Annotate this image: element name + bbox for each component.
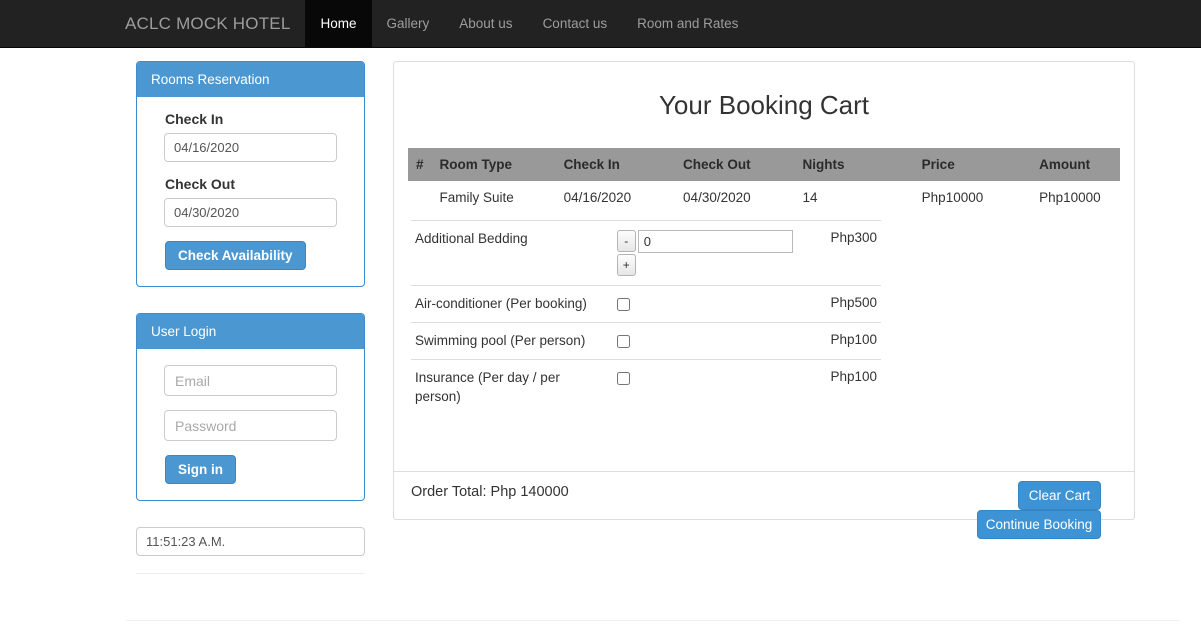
nav-item-about-us[interactable]: About us bbox=[444, 0, 527, 47]
sidebar-divider bbox=[136, 573, 365, 574]
cart-table: # Room Type Check In Check Out Nights Pr… bbox=[408, 148, 1120, 214]
cart-cell-nights: 14 bbox=[802, 190, 818, 205]
password-input[interactable] bbox=[164, 410, 337, 441]
cart-header-check-in: Check In bbox=[555, 148, 676, 181]
clear-cart-button[interactable]: Clear Cart bbox=[1018, 481, 1101, 510]
nav-item-home[interactable]: Home bbox=[305, 0, 372, 47]
cart-header-room-type: Room Type bbox=[431, 148, 556, 181]
check-in-input[interactable] bbox=[164, 133, 337, 162]
sign-in-button[interactable]: Sign in bbox=[165, 455, 236, 484]
cart-cell-num bbox=[408, 181, 432, 214]
sign-in-wrap: Sign in bbox=[165, 455, 350, 484]
cart-cell-room-type: Family Suite bbox=[439, 190, 514, 205]
addon-label-insurance: Insurance (Per day / per person) bbox=[411, 359, 613, 415]
table-row: Family Suite 04/16/2020 04/30/2020 14 Ph… bbox=[408, 181, 1120, 214]
stepper-increment-button[interactable]: + bbox=[616, 254, 636, 276]
clock-display bbox=[136, 527, 365, 556]
rooms-reservation-title: Rooms Reservation bbox=[137, 62, 364, 97]
quantity-stepper: - + bbox=[616, 230, 811, 276]
continue-booking-button[interactable]: Continue Booking bbox=[977, 510, 1101, 539]
addon-row-air-conditioner: Air-conditioner (Per booking) Php500 bbox=[411, 284, 881, 323]
booking-cart-panel: Your Booking Cart # Room Type Check In C… bbox=[393, 61, 1135, 539]
addon-label-additional-bedding: Additional Bedding bbox=[411, 220, 613, 286]
brand-title: ACLC MOCK HOTEL bbox=[125, 13, 291, 33]
user-login-title: User Login bbox=[137, 314, 364, 349]
cart-cell-check-in: 04/16/2020 bbox=[563, 190, 632, 205]
check-availability-wrap: Check Availability bbox=[165, 241, 350, 270]
addon-price-additional-bedding: Php300 bbox=[814, 220, 881, 286]
check-out-input[interactable] bbox=[164, 198, 337, 227]
email-input[interactable] bbox=[164, 365, 337, 396]
additional-bedding-quantity-input[interactable] bbox=[637, 230, 793, 253]
addon-price-insurance: Php100 bbox=[814, 359, 881, 415]
cart-header-num: # bbox=[408, 148, 432, 181]
sidebar: Rooms Reservation Check In Check Out Che… bbox=[136, 61, 365, 582]
addon-control-additional-bedding: - + bbox=[612, 220, 815, 286]
rooms-reservation-panel: Rooms Reservation Check In Check Out Che… bbox=[136, 61, 365, 287]
cart-table-head: # Room Type Check In Check Out Nights Pr… bbox=[408, 148, 1120, 181]
cart-table-body: Family Suite 04/16/2020 04/30/2020 14 Ph… bbox=[408, 181, 1120, 214]
cart-footer: Order Total: Php 140000 Clear Cart Conti… bbox=[394, 471, 1134, 539]
page-body: Rooms Reservation Check In Check Out Che… bbox=[0, 48, 1201, 633]
addon-row-additional-bedding: Additional Bedding - + Php300 bbox=[411, 220, 881, 286]
insurance-checkbox[interactable] bbox=[616, 372, 630, 386]
nav-item-contact-us[interactable]: Contact us bbox=[528, 0, 623, 47]
swimming-pool-checkbox[interactable] bbox=[616, 335, 630, 349]
user-login-panel: User Login Sign in bbox=[136, 313, 365, 501]
cart-cell-amount: Php10000 bbox=[1039, 190, 1101, 205]
nav-menu: Home Gallery About us Contact us Room an… bbox=[305, 0, 753, 47]
cart-header-check-out: Check Out bbox=[675, 148, 795, 181]
page-bottom-divider bbox=[126, 620, 1180, 621]
addon-label-swimming-pool: Swimming pool (Per person) bbox=[411, 322, 613, 360]
check-in-label: Check In bbox=[165, 111, 224, 127]
cart-header-row: # Room Type Check In Check Out Nights Pr… bbox=[408, 148, 1120, 181]
page-title: Your Booking Cart bbox=[658, 90, 870, 120]
stepper-buttons: - + bbox=[616, 230, 636, 276]
nav-item-gallery[interactable]: Gallery bbox=[372, 0, 445, 47]
user-login-body: Sign in bbox=[137, 349, 364, 500]
check-availability-button[interactable]: Check Availability bbox=[165, 241, 306, 270]
addon-control-swimming-pool bbox=[612, 322, 815, 360]
cart-cell-check-out: 04/30/2020 bbox=[683, 190, 751, 205]
top-navbar: ACLC MOCK HOTEL Home Gallery About us Co… bbox=[0, 0, 1201, 48]
addon-label-air-conditioner: Air-conditioner (Per booking) bbox=[411, 284, 613, 323]
addons-table: Additional Bedding - + Php300 Air-con bbox=[411, 220, 881, 415]
cart-cell-price: Php10000 bbox=[921, 190, 984, 205]
check-out-label: Check Out bbox=[165, 176, 236, 192]
cart-header-amount: Amount bbox=[1031, 148, 1120, 181]
rooms-reservation-body: Check In Check Out Check Availability bbox=[137, 97, 364, 286]
order-total-text: Order Total: Php 140000 bbox=[411, 484, 569, 500]
addon-row-insurance: Insurance (Per day / per person) Php100 bbox=[411, 359, 881, 415]
nav-item-room-and-rates[interactable]: Room and Rates bbox=[622, 0, 753, 47]
cart-header-nights: Nights bbox=[794, 148, 914, 181]
addon-control-air-conditioner bbox=[612, 284, 815, 323]
addon-control-insurance bbox=[612, 359, 815, 415]
stepper-decrement-button[interactable]: - bbox=[616, 230, 636, 252]
addon-row-swimming-pool: Swimming pool (Per person) Php100 bbox=[411, 322, 881, 360]
cart-header-price: Price bbox=[913, 148, 1032, 181]
air-conditioner-checkbox[interactable] bbox=[616, 298, 630, 311]
addons-table-body: Additional Bedding - + Php300 Air-con bbox=[411, 220, 881, 415]
addon-price-swimming-pool: Php100 bbox=[814, 322, 881, 360]
addon-price-air-conditioner: Php500 bbox=[814, 284, 881, 323]
